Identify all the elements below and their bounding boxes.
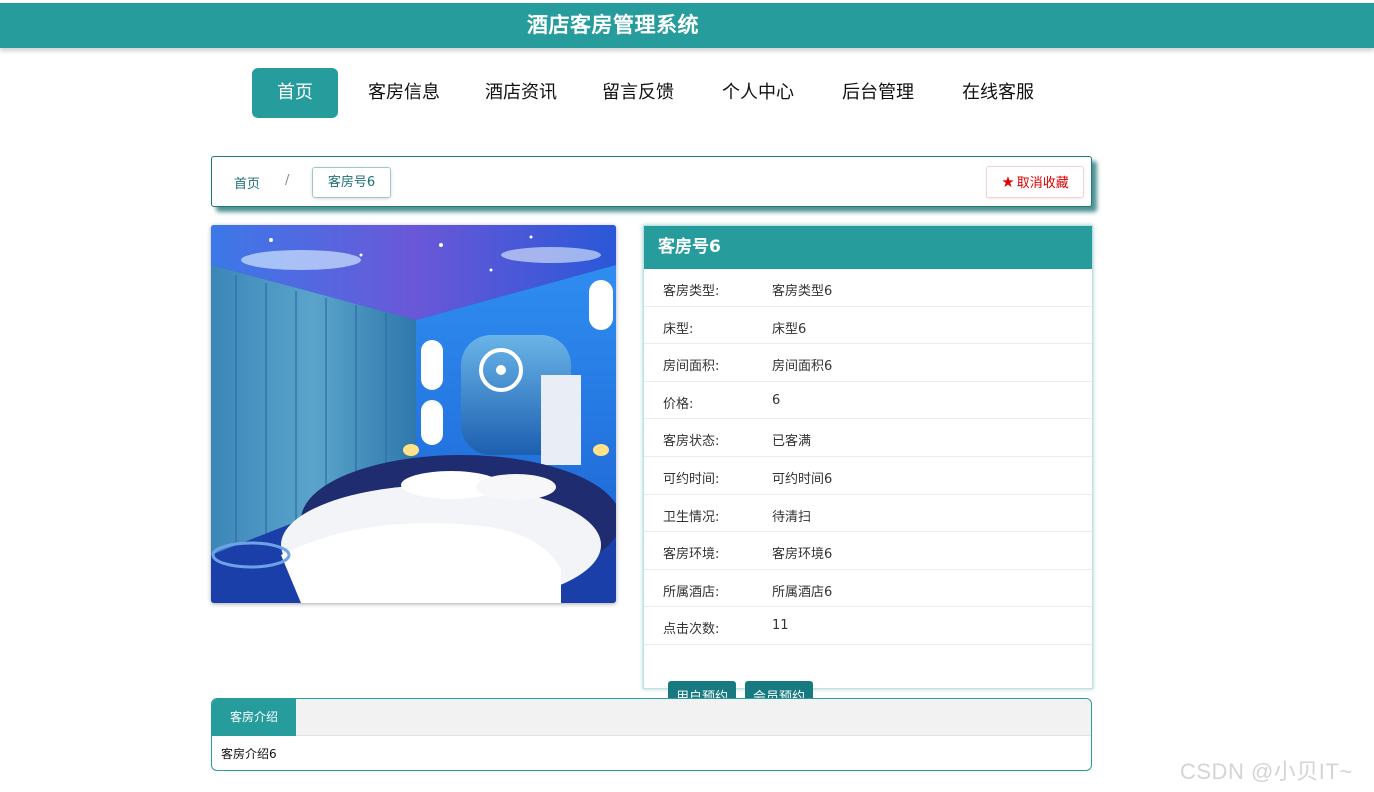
field-value: 客房类型6 [772, 284, 833, 299]
field-value: 床型6 [772, 321, 807, 337]
field-label: 卫生情况: [663, 509, 720, 525]
field-value: 所属酒店6 [772, 584, 833, 600]
intro-tab-bar: 客房介绍 [212, 699, 1091, 736]
info-row: 客房类型: 客房类型6 [644, 269, 1092, 307]
breadcrumb-bar: 首页 / 客房号6 ★ 取消收藏 [211, 156, 1092, 207]
top-header-bar: 酒店客房管理系统 [0, 3, 1374, 48]
breadcrumb-separator: / [285, 173, 290, 188]
nav-item-feedback[interactable]: 留言反馈 [594, 68, 682, 118]
info-row: 所属酒店: 所属酒店6 [644, 570, 1092, 608]
field-label: 价格: [663, 396, 694, 412]
breadcrumb-current: 客房号6 [312, 167, 391, 198]
breadcrumb-home-link[interactable]: 首页 [234, 173, 260, 192]
field-label: 客房状态: [663, 434, 720, 450]
unfavorite-button[interactable]: ★ 取消收藏 [986, 166, 1084, 198]
field-value: 可约时间6 [772, 471, 833, 487]
field-label: 床型: [663, 321, 694, 337]
room-intro-panel: 客房介绍 客房介绍6 [211, 698, 1092, 771]
field-label: 房间面积: [663, 359, 720, 375]
field-value: 6 [772, 392, 781, 408]
info-row: 点击次数: 11 [644, 607, 1092, 645]
info-row: 价格: 6 [644, 382, 1092, 420]
info-row: 房间面积: 房间面积6 [644, 344, 1092, 382]
tab-room-intro[interactable]: 客房介绍 [212, 699, 296, 736]
room-info-panel: 客房号6 客房类型: 客房类型6 床型: 床型6 房间面积: 房间面积6 价格:… [643, 225, 1093, 715]
info-row: 客房状态: 已客满 [644, 419, 1092, 457]
site-title: 酒店客房管理系统 [527, 13, 699, 37]
field-value: 客房环境6 [772, 547, 833, 563]
info-row: 可约时间: 可约时间6 [644, 457, 1092, 495]
room-photo-illustration [211, 225, 616, 603]
field-label: 可约时间: [663, 471, 720, 487]
field-label: 点击次数: [663, 622, 720, 638]
info-row: 客房环境: 客房环境6 [644, 532, 1092, 570]
unfavorite-label: 取消收藏 [1016, 176, 1069, 191]
field-label: 客房环境: [663, 547, 720, 563]
room-title: 客房号6 [644, 226, 1092, 269]
info-row: 卫生情况: 待清扫 [644, 495, 1092, 533]
field-value: 已客满 [772, 434, 812, 450]
star-icon: ★ [1001, 173, 1015, 191]
nav-item-user-center[interactable]: 个人中心 [714, 68, 802, 118]
nav-item-room-info[interactable]: 客房信息 [360, 68, 448, 118]
nav-item-home[interactable]: 首页 [252, 68, 338, 118]
field-value: 房间面积6 [772, 359, 833, 375]
watermark: CSDN @小贝IT~ [1180, 759, 1353, 784]
field-label: 客房类型: [663, 284, 720, 299]
nav-item-hotel-news[interactable]: 酒店资讯 [477, 68, 565, 118]
room-intro-content: 客房介绍6 [221, 747, 277, 761]
field-label: 所属酒店: [663, 584, 720, 600]
field-value: 待清扫 [772, 509, 812, 525]
field-value: 11 [772, 618, 789, 634]
nav-item-online-service[interactable]: 在线客服 [954, 68, 1042, 118]
info-row: 床型: 床型6 [644, 307, 1092, 345]
room-photo [211, 225, 616, 603]
nav-item-admin[interactable]: 后台管理 [834, 68, 922, 118]
